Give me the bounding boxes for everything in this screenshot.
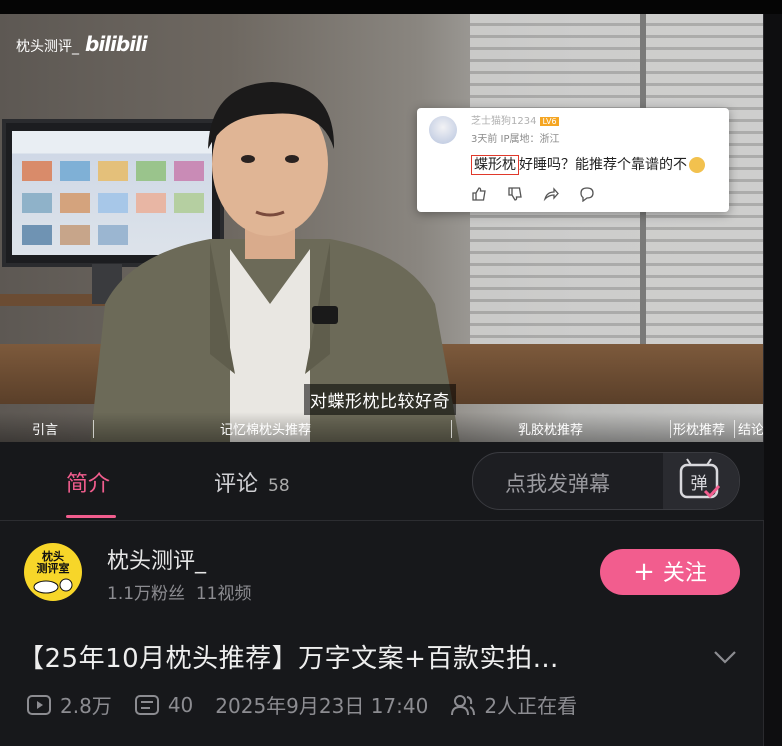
right-edge-strip — [763, 14, 782, 746]
danmaku-input[interactable]: 点我发弹幕 弹 — [472, 452, 740, 510]
svg-text:弹: 弹 — [691, 474, 708, 494]
danmaku-toggle-button[interactable]: 弹 — [663, 453, 739, 509]
author-avatar[interactable]: 枕头 测评室 — [24, 543, 82, 601]
danmaku-count-icon — [134, 694, 159, 715]
video-stats: 2.8万 40 2025年9月23日 17:40 2人正在看 — [26, 690, 577, 719]
commenter-name: 芝士猫狗1234 LV6 — [471, 116, 559, 127]
chapter-butterfly[interactable]: 形枕推荐 — [673, 419, 731, 438]
commenter-avatar — [429, 116, 457, 144]
viewers-icon — [451, 694, 476, 715]
comment-meta: 3天前 IP属地：浙江 — [471, 134, 560, 145]
chapter-latex[interactable]: 乳胶枕推荐 — [518, 419, 583, 438]
danmaku-count: 40 — [167, 692, 194, 717]
danmaku-placeholder: 点我发弹幕 — [505, 472, 610, 496]
tab-comments[interactable]: 评论 58 — [214, 466, 290, 498]
video-player[interactable]: 枕头测评_ bilibili 芝士猫狗1234 LV6 3天前 IP属地：浙江 蝶形… — [0, 14, 764, 442]
watching-count: 2人正在看 — [484, 694, 578, 718]
video-title: 【25年10月枕头推荐】万字文案+百款实拍… — [18, 644, 559, 674]
tab-bar: 简介 评论 58 点我发弹幕 弹 — [0, 442, 764, 521]
comment-actions — [471, 186, 595, 202]
tab-intro[interactable]: 简介 — [66, 466, 110, 498]
chapter-memory-foam[interactable]: 记忆棉枕头推荐 — [220, 419, 311, 438]
thumbs-up-icon — [472, 187, 486, 201]
bilibili-logo: bilibili — [85, 32, 148, 56]
author-stats: 1.1万粉丝 11视频 — [107, 579, 252, 604]
follow-label: 关注 — [662, 561, 707, 586]
comments-count: 58 — [268, 476, 290, 496]
reply-icon — [580, 187, 594, 202]
follow-button[interactable]: + 关注 — [600, 549, 740, 595]
danmaku-icon: 弹 — [679, 458, 721, 499]
video-subtitle: 对蝶形枕比较好奇 — [304, 384, 456, 415]
view-count: 2.8万 — [60, 694, 112, 718]
share-icon — [543, 187, 559, 202]
tab-active-indicator — [66, 515, 116, 518]
plus-icon: + — [633, 557, 655, 587]
comment-overlay-card: 芝士猫狗1234 LV6 3天前 IP属地：浙江 蝶形枕 好睡吗？能推荐个靠谱的不 — [417, 108, 729, 212]
thumbs-down-icon — [508, 187, 522, 201]
top-bar — [0, 0, 782, 14]
comment-highlight: 蝶形枕 — [471, 155, 519, 175]
comment-text: 蝶形枕 好睡吗？能推荐个靠谱的不 — [471, 154, 705, 175]
video-count: 11视频 — [195, 584, 252, 604]
level-badge: LV6 — [540, 117, 559, 126]
chapter-conclusion[interactable]: 结论 — [738, 419, 764, 438]
follower-count: 1.1万粉丝 — [107, 584, 186, 604]
chapter-bar: 引言 记忆棉枕头推荐 乳胶枕推荐 形枕推荐 结论 — [0, 412, 764, 442]
chevron-down-icon[interactable] — [712, 648, 738, 666]
publish-datetime: 2025年9月23日 17:40 — [215, 694, 429, 718]
watermark-user: 枕头测评_ — [16, 39, 79, 55]
dog-emoji-icon — [689, 157, 705, 173]
play-count-icon — [27, 694, 51, 715]
author-name[interactable]: 枕头测评_ — [107, 543, 206, 575]
tab-comments-label: 评论 — [214, 472, 259, 497]
video-watermark: 枕头测评_ bilibili — [16, 32, 148, 56]
chapter-intro[interactable]: 引言 — [32, 419, 58, 438]
